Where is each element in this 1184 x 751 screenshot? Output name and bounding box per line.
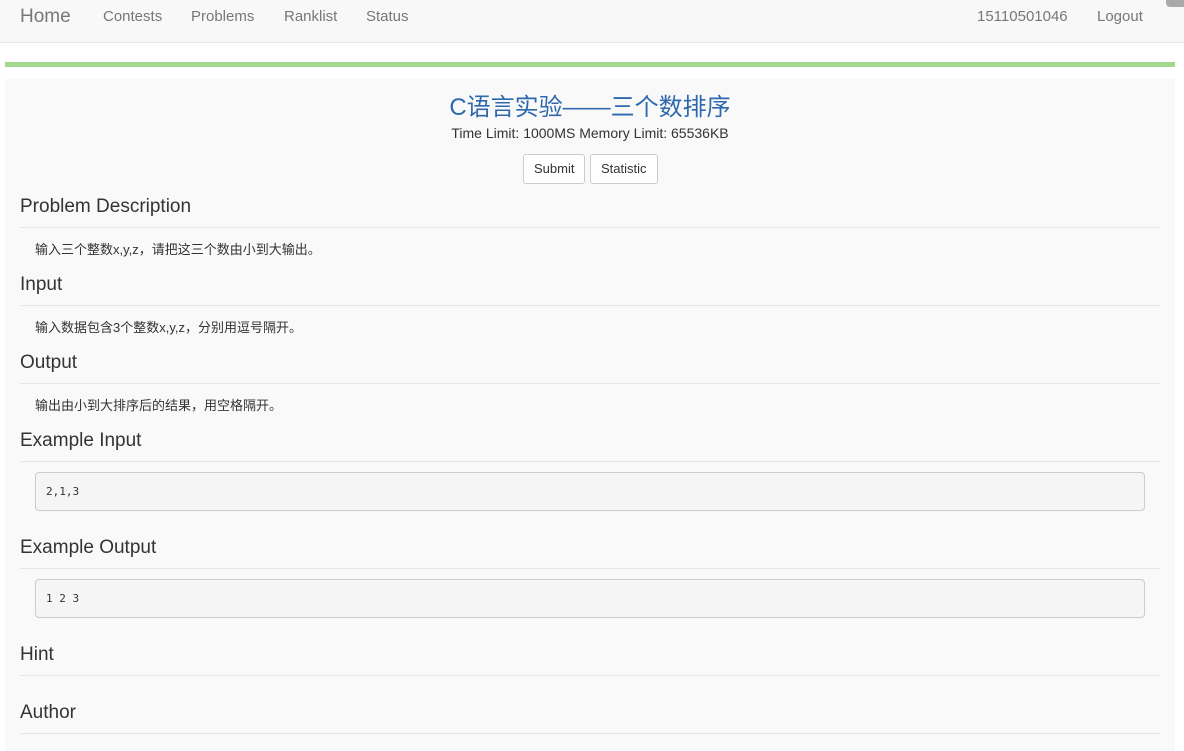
problem-panel: C语言实验——三个数排序 Time Limit: 1000MS Memory L… (5, 79, 1175, 751)
nav-contests-link[interactable]: Contests (103, 8, 162, 25)
input-text: 输入数据包含3个整数x,y,z，分别用逗号隔开。 (35, 320, 302, 335)
description-heading: Problem Description (20, 196, 1160, 228)
output-heading: Output (20, 352, 1160, 384)
top-navbar: Home Contests Problems Ranklist Status 1… (0, 0, 1184, 43)
submit-button[interactable]: Submit (523, 154, 586, 184)
author-heading: Author (20, 702, 1160, 734)
nav-user-link[interactable]: 15110501046 (977, 8, 1068, 25)
scrollbar-thumb[interactable] (1166, 0, 1184, 7)
example-output-block: 1 2 3 (35, 579, 1145, 618)
example-input-heading: Example Input (20, 430, 1160, 462)
nav-ranklist-link[interactable]: Ranklist (284, 8, 337, 25)
problem-limits: Time Limit: 1000MS Memory Limit: 65536KB (451, 125, 729, 141)
output-text: 输出由小到大排序后的结果，用空格隔开。 (35, 398, 283, 413)
nav-logout-link[interactable]: Logout (1097, 8, 1143, 25)
example-input-block: 2,1,3 (35, 472, 1145, 511)
nav-problems-link[interactable]: Problems (191, 8, 254, 25)
nav-status-link[interactable]: Status (366, 8, 409, 25)
problem-title: C语言实验——三个数排序 (449, 94, 731, 121)
description-text: 输入三个整数x,y,z，请把这三个数由小到大输出。 (35, 242, 321, 257)
statistic-button[interactable]: Statistic (590, 154, 658, 184)
hint-heading: Hint (20, 644, 1160, 676)
example-output-heading: Example Output (20, 537, 1160, 569)
nav-home-link[interactable]: Home (20, 6, 71, 28)
input-heading: Input (20, 274, 1160, 306)
progress-bar (5, 62, 1175, 67)
